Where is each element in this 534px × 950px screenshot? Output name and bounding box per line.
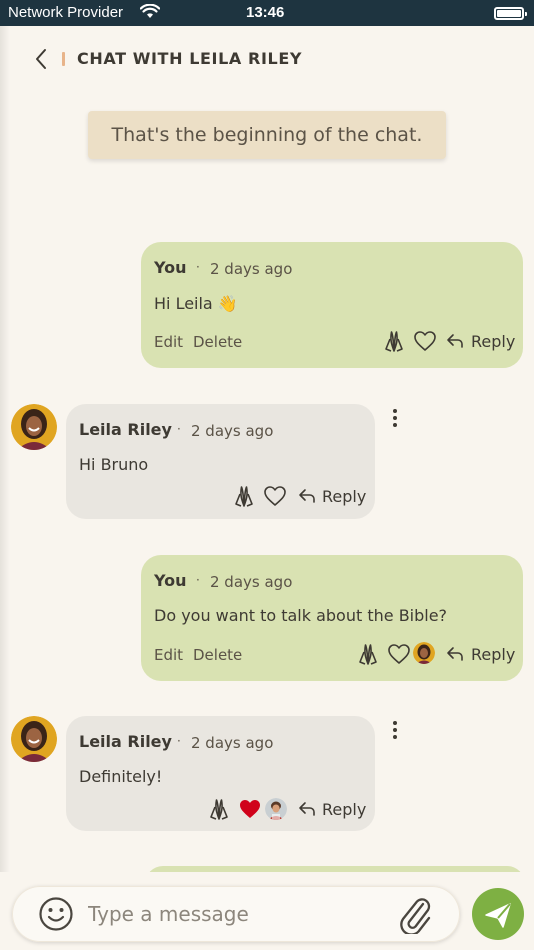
reaction-avatar: [413, 642, 435, 664]
edit-button[interactable]: Edit: [154, 333, 183, 351]
page-title: CHAT WITH LEILA RILEY: [77, 49, 303, 68]
emoji-button[interactable]: [38, 896, 74, 932]
message-author: Leila Riley: [79, 420, 172, 439]
message-text-content: Hi Leila: [154, 294, 213, 313]
message-options-button[interactable]: [388, 718, 402, 742]
send-icon: [485, 903, 511, 928]
status-time: 13:46: [246, 4, 285, 21]
battery-icon: [494, 7, 527, 20]
message-text: Hi Bruno: [79, 455, 149, 474]
message-separator: ·: [177, 734, 181, 748]
status-bar: Network Provider 13:46: [0, 0, 534, 26]
reply-arrow-icon[interactable]: [446, 646, 464, 666]
message-time: 2 days ago: [191, 422, 274, 440]
reply-button[interactable]: Reply: [322, 800, 366, 819]
avatar[interactable]: [11, 404, 57, 450]
message-time: 2 days ago: [210, 573, 293, 591]
delete-button[interactable]: Delete: [193, 646, 242, 664]
message-time: 2 days ago: [210, 260, 293, 278]
back-button[interactable]: [30, 44, 56, 74]
attach-button[interactable]: [398, 894, 432, 936]
message-options-button[interactable]: [388, 406, 402, 430]
avatar[interactable]: [11, 716, 57, 762]
message-author: You: [154, 571, 187, 590]
chevron-left-icon: [36, 49, 46, 69]
header-divider: [62, 52, 65, 66]
praying-hands-icon[interactable]: [358, 643, 378, 669]
send-button[interactable]: [472, 888, 524, 940]
edit-button[interactable]: Edit: [154, 646, 183, 664]
heart-icon[interactable]: [387, 643, 411, 669]
message-text: Definitely!: [79, 767, 163, 786]
message-author: You: [154, 258, 187, 277]
praying-hands-icon[interactable]: [234, 485, 254, 511]
reaction-avatar: [265, 798, 287, 820]
message-input[interactable]: [88, 897, 388, 931]
message-author: Leila Riley: [79, 732, 172, 751]
praying-hands-icon[interactable]: [209, 798, 229, 824]
chat-beginning-banner: That's the beginning of the chat.: [88, 111, 446, 159]
reply-arrow-icon[interactable]: [446, 333, 464, 353]
reply-button[interactable]: Reply: [471, 645, 515, 664]
reply-arrow-icon[interactable]: [298, 801, 316, 821]
message-separator: ·: [196, 573, 200, 587]
drawer-edge-shadow: [0, 26, 10, 950]
message-bubble-incoming: Leila Riley · 2 days ago Hi Bruno Reply: [66, 404, 375, 519]
heart-icon[interactable]: [263, 485, 287, 511]
reply-button[interactable]: Reply: [471, 332, 515, 351]
message-bubble-outgoing: You · 2 days ago Hi Leila 👋 Edit Delete …: [141, 242, 523, 368]
message-bubble-incoming: Leila Riley · 2 days ago Definitely! Rep…: [66, 716, 375, 831]
smiley-icon: [39, 897, 73, 931]
wifi-icon: [139, 3, 161, 24]
reply-arrow-icon[interactable]: [298, 488, 316, 508]
message-separator: ·: [196, 260, 200, 274]
delete-button[interactable]: Delete: [193, 333, 242, 351]
message-time: 2 days ago: [191, 734, 274, 752]
heart-icon[interactable]: [413, 330, 437, 356]
message-text: Do you want to talk about the Bible?: [154, 606, 448, 625]
message-text: Hi Leila 👋: [154, 294, 238, 313]
chat-header: CHAT WITH LEILA RILEY: [0, 26, 534, 90]
praying-hands-icon[interactable]: [384, 330, 404, 356]
message-bubble-outgoing: You · 2 days ago Do you want to talk abo…: [141, 555, 523, 681]
message-separator: ·: [177, 422, 181, 436]
reply-button[interactable]: Reply: [322, 487, 366, 506]
heart-filled-icon[interactable]: [238, 798, 262, 824]
carrier-name: Network Provider: [8, 4, 124, 21]
paperclip-icon: [400, 898, 431, 936]
waving-hand-emoji: 👋: [217, 294, 238, 313]
